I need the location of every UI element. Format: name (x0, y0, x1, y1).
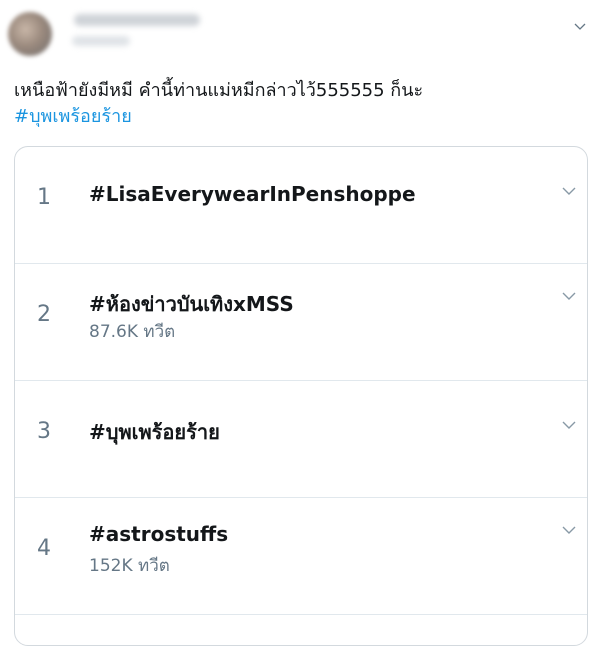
avatar[interactable] (8, 12, 52, 56)
trend-rank: 2 (37, 302, 51, 327)
tweet-body: เหนือฟ้ายังมีหมี คำนี้ท่านแม่หมีกล่าวไว้… (14, 80, 424, 101)
trend-item-2[interactable]: 2 #ห้องข่าวบันเทิงxMSS 87.6K ทวีต (15, 264, 587, 381)
trend-rank: 3 (37, 419, 51, 444)
trend-name: #LisaEverywearInPenshoppe (89, 182, 416, 206)
trend-name: #ห้องข่าวบันเทิงxMSS (89, 292, 294, 316)
trend-rank: 1 (37, 185, 51, 210)
chevron-down-icon[interactable] (561, 183, 577, 199)
trend-item-3[interactable]: 3 #บุพเพร้อยร้าย (15, 381, 587, 498)
chevron-down-icon[interactable] (561, 417, 577, 433)
hashtag-link[interactable]: #บุพเพร้อยร้าย (14, 106, 132, 127)
chevron-down-icon[interactable] (572, 18, 588, 34)
trend-name: #astrostuffs (89, 522, 229, 546)
tweet-text: เหนือฟ้ายังมีหมี คำนี้ท่านแม่หมีกล่าวไว้… (14, 78, 589, 130)
chevron-down-icon[interactable] (561, 522, 577, 538)
blurred-display-name (74, 14, 200, 26)
trend-tweet-count: 152K ทวีต (89, 556, 170, 576)
tweet-header (0, 0, 600, 70)
trend-name: #บุพเพร้อยร้าย (89, 420, 220, 444)
trend-item-1[interactable]: 1 #LisaEverywearInPenshoppe (15, 147, 587, 264)
trend-rank: 4 (37, 536, 51, 561)
blurred-username (72, 36, 130, 46)
trends-card: 1 #LisaEverywearInPenshoppe 2 #ห้องข่าวบ… (14, 146, 588, 646)
trend-tweet-count: 87.6K ทวีต (89, 322, 176, 342)
chevron-down-icon[interactable] (561, 288, 577, 304)
trend-item-4[interactable]: 4 #astrostuffs 152K ทวีต (15, 498, 587, 615)
